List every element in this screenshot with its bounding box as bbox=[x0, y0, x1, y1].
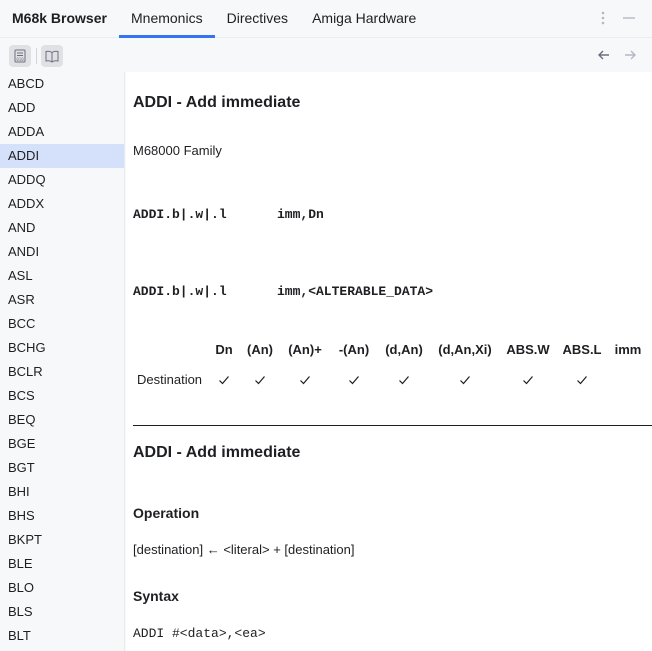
ea-col-header: ABS.W bbox=[506, 342, 550, 357]
tab-bar: Mnemonics Directives Amiga Hardware bbox=[119, 0, 428, 38]
binary-view-icon[interactable]: 010 bbox=[9, 45, 31, 67]
syntax-size-1: ADDI.b|.w|.l bbox=[133, 207, 227, 222]
tab-directives[interactable]: Directives bbox=[215, 0, 300, 38]
list-item[interactable]: BGE bbox=[0, 432, 124, 456]
operation-text: [destination] ← <literal> + [destination… bbox=[133, 542, 355, 557]
check-icon bbox=[219, 376, 229, 385]
back-arrow-icon[interactable] bbox=[593, 44, 615, 66]
syntax-operands-1: imm,Dn bbox=[277, 207, 324, 222]
title-bar: M68k Browser Mnemonics Directives Amiga … bbox=[0, 0, 652, 38]
list-item[interactable]: BHS bbox=[0, 504, 124, 528]
list-item[interactable]: ADDX bbox=[0, 192, 124, 216]
list-item[interactable]: BCC bbox=[0, 312, 124, 336]
check-icon bbox=[460, 376, 470, 385]
list-item[interactable]: BGT bbox=[0, 456, 124, 480]
list-item[interactable]: BCHG bbox=[0, 336, 124, 360]
list-item[interactable]: BKPT bbox=[0, 528, 124, 552]
ea-col-header: (An)+ bbox=[288, 342, 322, 357]
ea-row-label: Destination bbox=[137, 372, 203, 387]
svg-text:010: 010 bbox=[16, 57, 24, 62]
toolbar: 010 bbox=[0, 38, 652, 72]
check-icon bbox=[523, 376, 533, 385]
doc-title: ADDI - Add immediate bbox=[133, 94, 301, 111]
forward-arrow-icon[interactable] bbox=[619, 44, 641, 66]
list-item[interactable]: BLT bbox=[0, 624, 124, 648]
list-item[interactable]: ANDI bbox=[0, 240, 124, 264]
tab-amiga-hardware[interactable]: Amiga Hardware bbox=[300, 0, 428, 38]
ea-col-header: ABS.L bbox=[562, 342, 602, 357]
toolbar-separator bbox=[36, 48, 37, 64]
list-item[interactable]: ABCD bbox=[0, 72, 124, 96]
section-divider bbox=[133, 425, 652, 426]
operation-heading: Operation bbox=[133, 505, 200, 521]
minimize-icon[interactable] bbox=[619, 8, 639, 28]
list-item[interactable]: BCS bbox=[0, 384, 124, 408]
list-item[interactable]: BEQ bbox=[0, 408, 124, 432]
app-title: M68k Browser bbox=[12, 10, 107, 26]
list-item[interactable]: BHI bbox=[0, 480, 124, 504]
more-vertical-icon[interactable] bbox=[593, 8, 613, 28]
ea-col-header: (An) bbox=[247, 342, 273, 357]
list-item[interactable]: BLE bbox=[0, 552, 124, 576]
list-item-selected[interactable]: ADDI bbox=[0, 144, 124, 168]
doc-panel: ADDI - Add immediate M68000 Family ADDI.… bbox=[126, 72, 652, 651]
ea-col-header: (d,An,Xi) bbox=[438, 342, 492, 357]
section-title: ADDI - Add immediate bbox=[133, 444, 301, 461]
list-item[interactable]: BLO bbox=[0, 576, 124, 600]
ea-col-header: -(An) bbox=[338, 342, 370, 357]
list-item[interactable]: ADDA bbox=[0, 120, 124, 144]
ea-col-header: (d,An) bbox=[385, 342, 423, 357]
doc-family: M68000 Family bbox=[133, 143, 222, 158]
list-item[interactable]: AND bbox=[0, 216, 124, 240]
syntax-code: ADDI #<data>,<ea> bbox=[133, 626, 266, 641]
mnemonic-list: ABCD ADD ADDA ADDI ADDQ ADDX AND ANDI AS… bbox=[0, 72, 125, 651]
list-item[interactable]: ASR bbox=[0, 288, 124, 312]
check-icon bbox=[300, 376, 310, 385]
syntax-operands-2: imm,<ALTERABLE_DATA> bbox=[277, 284, 434, 299]
check-icon bbox=[399, 376, 409, 385]
book-icon[interactable] bbox=[41, 45, 63, 67]
list-item[interactable]: ASL bbox=[0, 264, 124, 288]
tab-mnemonics[interactable]: Mnemonics bbox=[119, 0, 215, 38]
list-item[interactable]: BCLR bbox=[0, 360, 124, 384]
syntax-heading: Syntax bbox=[133, 588, 179, 604]
syntax-size-2: ADDI.b|.w|.l bbox=[133, 284, 227, 299]
check-icon bbox=[255, 376, 265, 385]
list-item[interactable]: ADDQ bbox=[0, 168, 124, 192]
ea-col-header: Dn bbox=[215, 342, 233, 357]
list-item[interactable]: BLS bbox=[0, 600, 124, 624]
check-icon bbox=[577, 376, 587, 385]
check-icon bbox=[349, 376, 359, 385]
list-item[interactable]: ADD bbox=[0, 96, 124, 120]
ea-col-header: imm bbox=[614, 342, 642, 357]
